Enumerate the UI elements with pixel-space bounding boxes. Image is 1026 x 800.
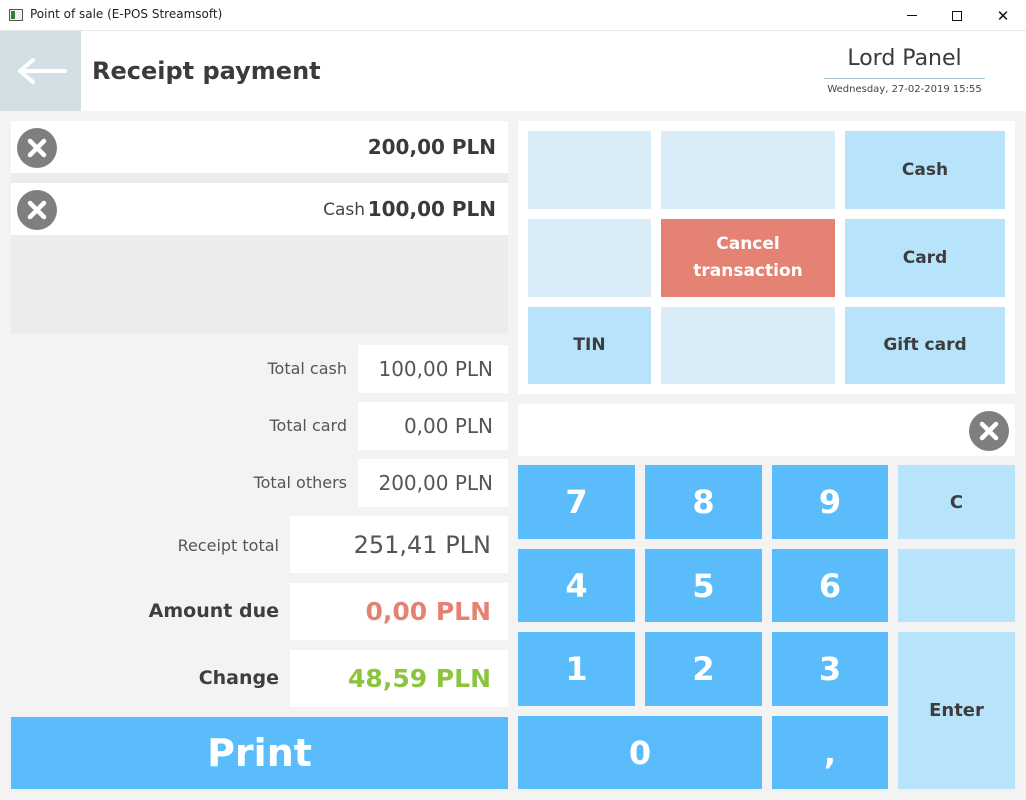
card-button[interactable]: Card [845, 219, 1005, 297]
change-value: 48,59 PLN [290, 650, 508, 707]
back-button[interactable] [0, 31, 81, 111]
payment-amount: 100,00 PLN [367, 197, 496, 221]
user-name: Lord Panel [847, 46, 962, 71]
function-slot-empty[interactable] [528, 131, 651, 209]
key-8[interactable]: 8 [645, 465, 762, 539]
maximize-button[interactable] [934, 0, 980, 31]
enter-key[interactable]: Enter [898, 632, 1015, 789]
key-2[interactable]: 2 [645, 632, 762, 706]
payment-row: 200,00 PLN [11, 121, 508, 173]
close-window-button[interactable]: ✕ [980, 0, 1026, 31]
window-title: Point of sale (E-POS Streamsoft) [30, 7, 223, 21]
payment-method: Cash [323, 200, 365, 220]
cancel-label-line1: Cancel [716, 234, 780, 254]
user-divider [824, 78, 985, 79]
total-card-label: Total card [269, 416, 347, 435]
change-label: Change [198, 667, 279, 689]
receipt-total-value: 251,41 PLN [290, 516, 508, 573]
arrow-left-icon [17, 58, 67, 84]
tin-button[interactable]: TIN [528, 307, 651, 384]
cancel-label-line2: transaction [693, 261, 803, 281]
key-9[interactable]: 9 [772, 465, 888, 539]
total-cash-value: 100,00 PLN [358, 345, 508, 393]
key-0[interactable]: 0 [518, 716, 762, 789]
key-6[interactable]: 6 [772, 549, 888, 622]
datetime-label: Wednesday, 27-02-2019 15:55 [827, 84, 982, 95]
total-others-value: 200,00 PLN [358, 459, 508, 507]
keypad-slot-empty[interactable] [898, 549, 1015, 622]
remove-circle-icon[interactable] [17, 190, 57, 230]
key-comma[interactable]: , [772, 716, 888, 789]
key-5[interactable]: 5 [645, 549, 762, 622]
app-icon [9, 9, 23, 21]
receipt-total-label: Receipt total [177, 536, 279, 555]
total-others-label: Total others [253, 473, 347, 492]
total-cash-label: Total cash [267, 359, 347, 378]
clear-key[interactable]: C [898, 465, 1015, 539]
key-4[interactable]: 4 [518, 549, 635, 622]
gift-card-button[interactable]: Gift card [845, 307, 1005, 384]
function-slot-empty[interactable] [528, 219, 651, 297]
payment-amount: 200,00 PLN [367, 135, 496, 159]
page-title: Receipt payment [92, 57, 321, 85]
cancel-transaction-button[interactable]: Cancel transaction [661, 219, 835, 297]
key-3[interactable]: 3 [772, 632, 888, 706]
key-7[interactable]: 7 [518, 465, 635, 539]
amount-due-value: 0,00 PLN [290, 583, 508, 640]
maximize-icon [952, 10, 962, 21]
cash-button[interactable]: Cash [845, 131, 1005, 209]
minimize-icon [907, 15, 917, 16]
clear-circle-icon[interactable] [969, 411, 1009, 451]
key-1[interactable]: 1 [518, 632, 635, 706]
amount-due-label: Amount due [148, 600, 279, 622]
amount-input[interactable] [518, 404, 1015, 456]
remove-circle-icon[interactable] [17, 128, 57, 168]
total-card-value: 0,00 PLN [358, 402, 508, 450]
function-slot-empty[interactable] [661, 131, 835, 209]
function-slot-empty[interactable] [661, 307, 835, 384]
minimize-button[interactable] [889, 0, 935, 31]
print-button[interactable]: Print [11, 717, 508, 789]
payment-row: Cash 100,00 PLN [11, 183, 508, 235]
